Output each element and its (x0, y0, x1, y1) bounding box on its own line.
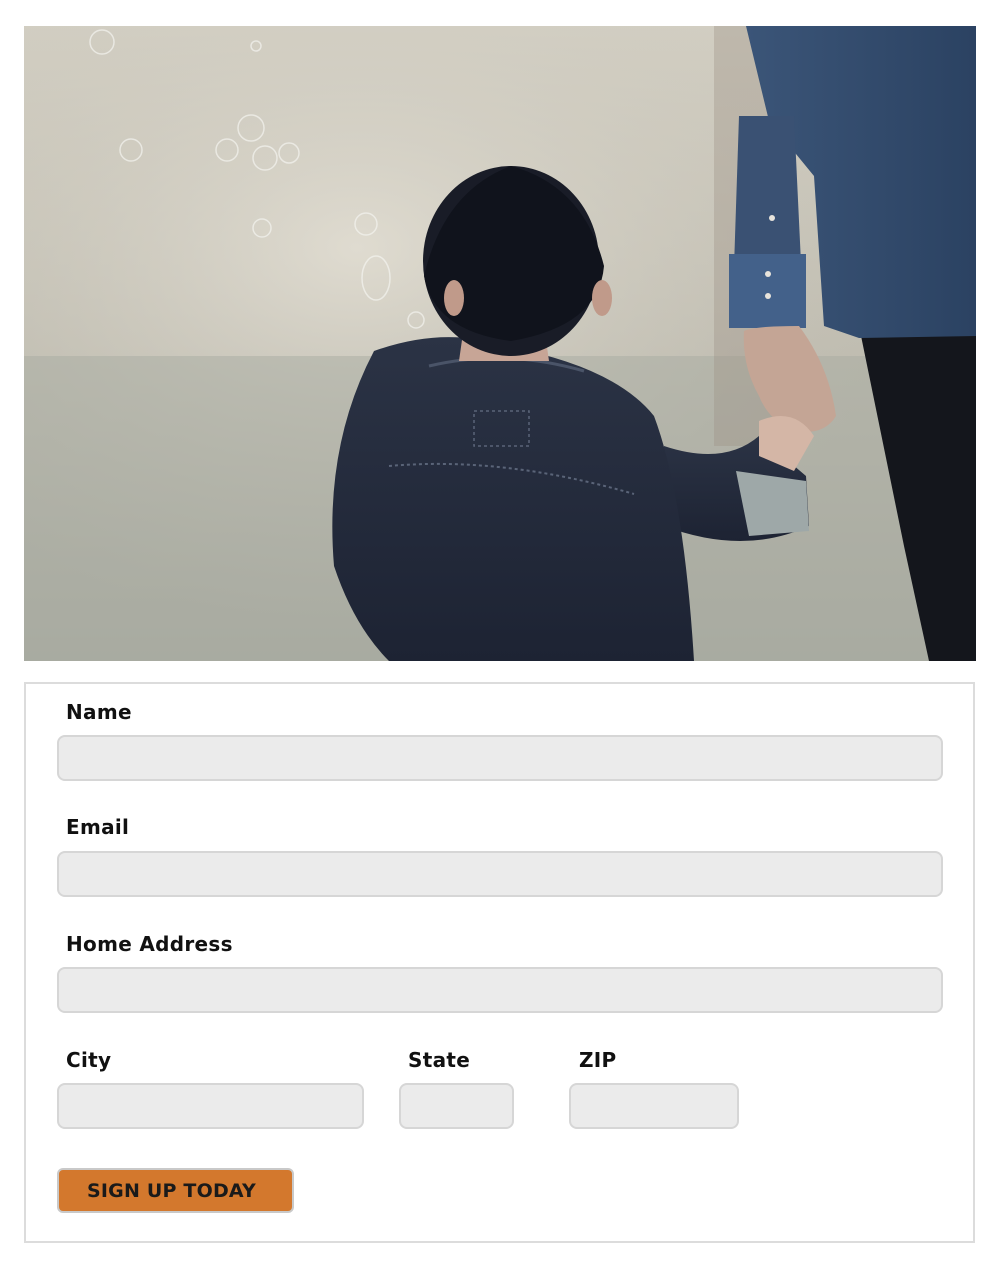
name-label: Name (66, 700, 132, 724)
state-label: State (408, 1048, 471, 1072)
hero-photo (24, 26, 976, 661)
city-label: City (66, 1048, 112, 1072)
city-field[interactable] (57, 1083, 364, 1129)
signup-form: Name Email Home Address City State ZIP S… (24, 682, 975, 1243)
email-label: Email (66, 815, 130, 839)
zip-field[interactable] (569, 1083, 739, 1129)
email-field[interactable] (57, 851, 943, 897)
home-address-label: Home Address (66, 932, 233, 956)
home-address-field[interactable] (57, 967, 943, 1013)
child-holding-hand-illustration (24, 26, 976, 661)
zip-label: ZIP (579, 1048, 617, 1072)
name-field[interactable] (57, 735, 943, 781)
sign-up-button[interactable]: SIGN UP TODAY (57, 1168, 294, 1213)
state-field[interactable] (399, 1083, 514, 1129)
